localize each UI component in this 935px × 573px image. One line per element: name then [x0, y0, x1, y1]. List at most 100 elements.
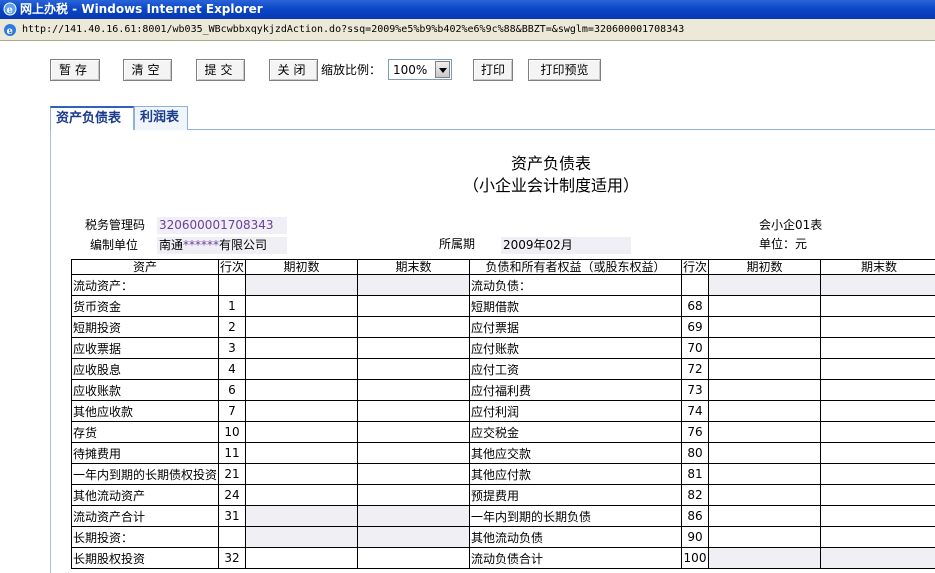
liability-opening-input[interactable]	[708, 442, 821, 464]
submit-button[interactable]: 提交	[196, 59, 245, 81]
liability-opening-input[interactable]	[708, 379, 821, 401]
liability-opening-input[interactable]	[708, 463, 821, 485]
liability-closing-input[interactable]	[820, 526, 935, 548]
liability-opening-input[interactable]	[708, 421, 821, 443]
asset-closing-input[interactable]	[357, 295, 470, 317]
liability-closing-input[interactable]	[820, 463, 935, 485]
liability-item-label: 应付票据	[469, 316, 682, 338]
asset-opening-input	[245, 505, 358, 527]
liability-opening-input[interactable]	[708, 337, 821, 359]
asset-item-label: 应收票据	[71, 337, 219, 359]
header-opening: 期初数	[245, 259, 358, 275]
asset-item-label: 其他流动资产	[71, 484, 219, 506]
liability-opening-input[interactable]	[708, 358, 821, 380]
asset-item-label: 长期投资：	[71, 526, 219, 548]
asset-line-no: 2	[218, 316, 246, 338]
liability-opening-input[interactable]	[708, 400, 821, 422]
asset-item-label: 应收股息	[71, 358, 219, 380]
liability-line-no: 73	[681, 379, 709, 401]
asset-closing-input[interactable]	[357, 421, 470, 443]
liability-opening-input[interactable]	[708, 505, 821, 527]
liability-closing-input	[820, 547, 935, 569]
asset-closing-input[interactable]	[357, 316, 470, 338]
asset-closing-input[interactable]	[357, 463, 470, 485]
liability-closing-input[interactable]	[820, 316, 935, 338]
asset-opening-input[interactable]	[245, 442, 358, 464]
liability-opening-input[interactable]	[708, 295, 821, 317]
window-title: 网上办税 - Windows Internet Explorer	[20, 2, 263, 16]
report-frame: 资产负债表 （小企业会计制度适用） 税务管理码 320600001708343 …	[50, 130, 935, 573]
tab-income-statement[interactable]: 利润表	[134, 106, 188, 130]
liability-line-no	[681, 274, 709, 296]
liability-line-no: 100	[681, 547, 709, 569]
liability-closing-input[interactable]	[820, 400, 935, 422]
liability-opening-input[interactable]	[708, 316, 821, 338]
asset-closing-input	[357, 274, 470, 296]
liability-item-label: 应付福利费	[469, 379, 682, 401]
liability-line-no: 74	[681, 400, 709, 422]
asset-opening-input[interactable]	[245, 379, 358, 401]
table-row: 长期股权投资 32 流动负债合计 100	[71, 547, 935, 569]
asset-opening-input[interactable]	[245, 547, 358, 569]
liability-item-label: 应交税金	[469, 421, 682, 443]
asset-line-no: 32	[218, 547, 246, 569]
liability-opening-input[interactable]	[708, 484, 821, 506]
asset-opening-input[interactable]	[245, 337, 358, 359]
save-draft-button[interactable]: 暂存	[50, 59, 100, 81]
print-preview-button[interactable]: 打印预览	[528, 59, 601, 81]
asset-closing-input[interactable]	[357, 379, 470, 401]
liability-closing-input[interactable]	[820, 505, 935, 527]
liability-closing-input[interactable]	[820, 484, 935, 506]
asset-closing-input[interactable]	[357, 400, 470, 422]
header-opening: 期初数	[708, 259, 821, 275]
liability-item-label: 流动负债：	[469, 274, 682, 296]
chevron-down-icon[interactable]	[435, 61, 450, 78]
asset-opening-input[interactable]	[245, 484, 358, 506]
tab-balance-sheet[interactable]: 资产负债表	[50, 106, 134, 131]
asset-item-label: 短期投资	[71, 316, 219, 338]
address-url[interactable]: http://141.40.16.61:8001/wb035_WBcwbbxqy…	[22, 22, 684, 38]
liability-closing-input	[820, 274, 935, 296]
liability-closing-input[interactable]	[820, 379, 935, 401]
liability-closing-input[interactable]	[820, 421, 935, 443]
asset-item-label: 一年内到期的长期债权投资	[71, 463, 219, 485]
liability-closing-input[interactable]	[820, 358, 935, 380]
asset-closing-input[interactable]	[357, 442, 470, 464]
asset-line-no: 31	[218, 505, 246, 527]
unit-value-prefix: 南通	[159, 238, 184, 252]
asset-opening-input[interactable]	[245, 463, 358, 485]
asset-opening-input[interactable]	[245, 358, 358, 380]
liability-item-label: 其他流动负债	[469, 526, 682, 548]
close-button[interactable]: 关闭	[269, 59, 318, 81]
asset-opening-input[interactable]	[245, 400, 358, 422]
header-line-no: 行次	[681, 259, 709, 275]
liability-closing-input[interactable]	[820, 337, 935, 359]
asset-opening-input[interactable]	[245, 421, 358, 443]
asset-closing-input[interactable]	[357, 337, 470, 359]
asset-closing-input[interactable]	[357, 484, 470, 506]
table-row: 流动资产合计 31 一年内到期的长期负债 86	[71, 505, 935, 527]
form-toolbar: 暂存 清空 提交 关闭 缩放比例： 100% 打印 打印预览	[0, 41, 935, 101]
zoom-select[interactable]: 100%	[388, 59, 452, 80]
asset-closing-input	[357, 526, 470, 548]
page-icon: e	[4, 24, 16, 37]
report-tabs: 资产负债表 利润表	[50, 106, 935, 131]
asset-opening-input[interactable]	[245, 295, 358, 317]
asset-closing-input[interactable]	[357, 547, 470, 569]
asset-line-no: 11	[218, 442, 246, 464]
liability-opening-input[interactable]	[708, 526, 821, 548]
liability-closing-input[interactable]	[820, 295, 935, 317]
asset-opening-input[interactable]	[245, 316, 358, 338]
asset-closing-input[interactable]	[357, 358, 470, 380]
print-button[interactable]: 打印	[473, 59, 513, 81]
address-bar[interactable]: e http://141.40.16.61:8001/wb035_WBcwbbx…	[0, 19, 935, 41]
ie-logo-icon: e	[3, 2, 17, 16]
liability-line-no: 90	[681, 526, 709, 548]
table-row: 存货 10 应交税金 76	[71, 421, 935, 443]
liability-closing-input[interactable]	[820, 442, 935, 464]
asset-line-no: 6	[218, 379, 246, 401]
clear-button[interactable]: 清空	[123, 59, 172, 81]
asset-item-label: 待摊费用	[71, 442, 219, 464]
unit-value-suffix: 有限公司	[219, 238, 268, 252]
table-row: 一年内到期的长期债权投资 21 其他应付款 81	[71, 463, 935, 485]
